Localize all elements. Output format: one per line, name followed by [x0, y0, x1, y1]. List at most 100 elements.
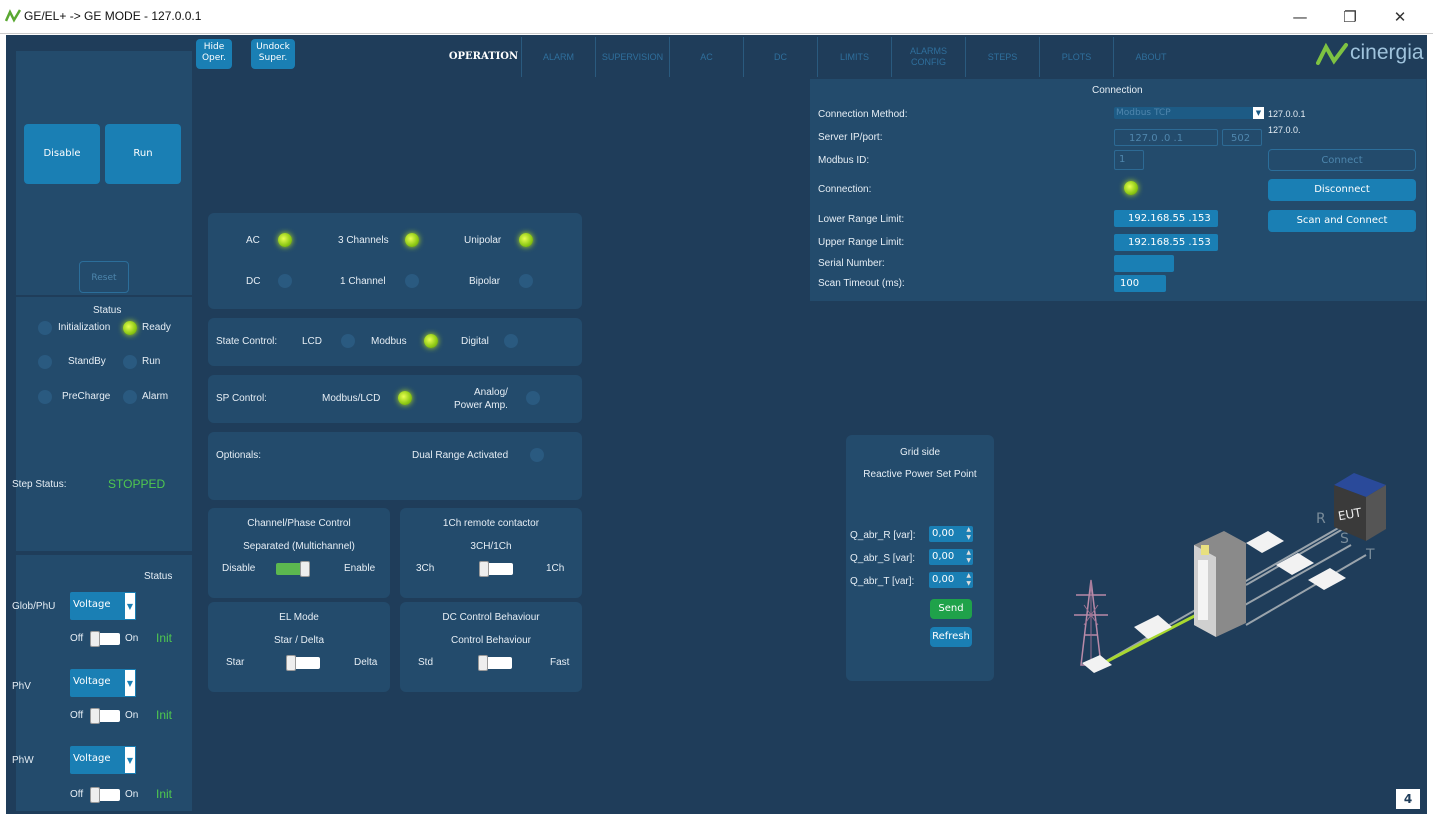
unipolar-led — [519, 233, 533, 247]
step-status-value: STOPPED — [108, 477, 166, 491]
mode-select-value: Voltage — [73, 676, 111, 687]
serial-input[interactable] — [1114, 255, 1174, 272]
status-led-initialization — [38, 321, 52, 335]
chphase-toggle[interactable] — [276, 561, 310, 577]
tab-supervision[interactable]: SUPERVISION — [596, 37, 670, 77]
one-channel-led — [405, 274, 419, 288]
modbus-id-label: Modbus ID: — [818, 155, 870, 166]
tab-steps[interactable]: STEPS — [966, 37, 1040, 77]
cinergia-logo-icon — [1316, 42, 1348, 65]
tab-ac[interactable]: AC — [670, 37, 744, 77]
state-control-panel: State Control: LCD Modbus Digital — [208, 318, 582, 366]
dcbeh-toggle[interactable] — [478, 655, 512, 671]
method-select[interactable]: Modbus TCP ▼ — [1114, 107, 1264, 119]
tab-limits[interactable]: LIMITS — [818, 37, 892, 77]
lower-range-input[interactable]: 192.168.55 .153 — [1114, 210, 1218, 227]
send-button[interactable]: Send — [930, 599, 972, 619]
dc-behaviour-panel: DC Control Behaviour Control Behaviour S… — [400, 602, 582, 692]
elmode-left: Star — [226, 657, 245, 668]
status-value-phv: Init — [156, 708, 173, 722]
hide-oper-button[interactable]: Hide Oper. — [196, 39, 232, 69]
spin-arrows-icon: ▲ ▼ — [966, 549, 971, 564]
on-off-toggle-globphu[interactable] — [90, 631, 120, 647]
chevron-down-icon: ▼ — [1253, 107, 1264, 119]
tab-alarms-config[interactable]: ALARMS CONFIG — [892, 37, 966, 77]
spin-arrows-icon: ▲ ▼ — [966, 526, 971, 541]
tab-about[interactable]: ABOUT — [1114, 37, 1188, 77]
toggle-knob — [300, 561, 310, 577]
mode-select-phw[interactable]: Voltage ▼ — [70, 746, 136, 774]
mode-select-value: Voltage — [73, 753, 111, 764]
connect-button[interactable]: Connect — [1268, 149, 1416, 171]
connection-title: Connection — [1092, 85, 1143, 96]
q-r-input[interactable]: 0,00 ▲ ▼ — [929, 526, 973, 542]
status-label-initialization: Initialization — [58, 322, 111, 333]
chphase-sub: Separated (Multichannel) — [243, 541, 355, 552]
disable-button[interactable]: Disable — [24, 124, 100, 184]
grid-side-subtitle: Reactive Power Set Point — [863, 469, 977, 480]
chevron-down-icon: ▼ — [124, 746, 136, 774]
undock-super-button[interactable]: Undock Super. — [251, 39, 295, 69]
q-t-value: 0,00 — [932, 574, 955, 585]
status-led-run — [123, 355, 137, 369]
status-value-phw: Init — [156, 787, 173, 801]
digital-label: Digital — [461, 336, 489, 347]
optionals-label: Optionals: — [216, 450, 262, 461]
toggle-knob — [479, 561, 489, 577]
chevron-down-icon: ▼ — [124, 592, 136, 620]
tab-alarm[interactable]: ALARM — [522, 37, 596, 77]
restore-button[interactable]: ❐ — [1330, 6, 1370, 28]
close-button[interactable]: ✕ — [1380, 6, 1420, 28]
status-label-ready: Ready — [142, 322, 171, 333]
disconnect-button[interactable]: Disconnect — [1268, 179, 1416, 201]
window-title: GE/EL+ -> GE MODE - 127.0.0.1 — [24, 9, 202, 23]
tab-dc[interactable]: DC — [744, 37, 818, 77]
tower-base — [1082, 655, 1112, 673]
elmode-toggle[interactable] — [286, 655, 320, 671]
q-s-input[interactable]: 0,00 ▲ ▼ — [929, 549, 973, 565]
remote-toggle[interactable] — [479, 561, 513, 577]
run-button[interactable]: Run — [105, 124, 181, 184]
dual-range-led — [530, 448, 544, 462]
modbus-lcd-label: Modbus/LCD — [322, 393, 381, 404]
modbus-id-input[interactable]: 1 — [1114, 150, 1144, 170]
elmode-title: EL Mode — [279, 612, 319, 623]
port-input[interactable]: 502 — [1222, 129, 1262, 146]
tab-plots[interactable]: PLOTS — [1040, 37, 1114, 77]
channel-phase-panel: Channel/Phase Control Separated (Multich… — [208, 508, 390, 598]
connection-status-label: Connection: — [818, 184, 872, 195]
ip-display-2: 127.0.0. — [1268, 125, 1301, 135]
lcd-label: LCD — [302, 336, 323, 347]
three-channels-led — [405, 233, 419, 247]
remote-title: 1Ch remote contactor — [442, 518, 540, 529]
status-led-standby — [38, 355, 52, 369]
mode-select-phv[interactable]: Voltage ▼ — [70, 669, 136, 697]
upper-range-input[interactable]: 192.168.55 .153 — [1114, 234, 1218, 251]
minimize-button[interactable]: — — [1280, 6, 1320, 28]
sp-control-label: SP Control: — [216, 393, 267, 404]
method-value: Modbus TCP — [1116, 108, 1171, 118]
toggle-knob — [90, 631, 100, 647]
status-label-run: Run — [142, 356, 161, 367]
mode-select-globphu[interactable]: Voltage ▼ — [70, 592, 136, 620]
scan-connect-button[interactable]: Scan and Connect — [1268, 210, 1416, 232]
elmode-sub: Star / Delta — [273, 635, 325, 646]
status-value-globphu: Init — [156, 631, 173, 645]
control-panel: Disable Run Reset — [16, 51, 192, 295]
tab-operation[interactable]: OPERATION — [446, 37, 522, 77]
refresh-button[interactable]: Refresh — [930, 627, 972, 647]
reset-button[interactable]: Reset — [79, 261, 129, 293]
q-t-input[interactable]: 0,00 ▲ ▼ — [929, 572, 973, 588]
state-control-label: State Control: — [216, 336, 278, 347]
dc-led — [278, 274, 292, 288]
phase-s-label: S — [1340, 531, 1349, 547]
on-off-toggle-phv[interactable] — [90, 708, 120, 724]
on-off-toggle-phw[interactable] — [90, 787, 120, 803]
q-t-label: Q_abr_T [var]: — [850, 576, 915, 587]
status-panel: Status Initialization Ready StandBy Run … — [12, 297, 192, 551]
ip-input[interactable]: 127.0 .0 .1 — [1114, 129, 1218, 146]
timeout-input[interactable]: 100 — [1114, 275, 1166, 292]
window-titlebar: GE/EL+ -> GE MODE - 127.0.0.1 — ❐ ✕ — [0, 0, 1433, 34]
phase-r-label: R — [1316, 511, 1326, 527]
grid-side-panel: Grid side Reactive Power Set Point Q_abr… — [846, 435, 994, 681]
